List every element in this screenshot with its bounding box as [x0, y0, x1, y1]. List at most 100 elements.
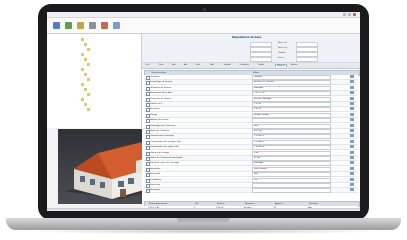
tree-item[interactable]: [87, 93, 131, 96]
maximize-button[interactable]: [348, 13, 351, 16]
property-value-field[interactable]: [252, 183, 331, 188]
property-value-field[interactable]: Fenêtre standard: [252, 96, 331, 102]
tree-item[interactable]: [84, 58, 128, 61]
tab-0[interactable]: Civil: [145, 64, 149, 66]
tab-4[interactable]: Prof.: [196, 64, 200, 66]
property-row[interactable]: Emballage par l'extérieur Non: [144, 123, 358, 129]
property-value-field[interactable]: Non: [252, 172, 331, 178]
property-value-field[interactable]: Standard: [252, 85, 331, 91]
row-edit-icon[interactable]: [350, 139, 354, 143]
row-edit-icon[interactable]: [350, 118, 354, 122]
minimize-button[interactable]: [343, 13, 346, 16]
header-field-input[interactable]: [296, 57, 318, 62]
tab-3[interactable]: Axe: [184, 64, 188, 66]
property-row[interactable]: Quantités Quantité: [144, 75, 358, 80]
row-edit-icon[interactable]: [350, 156, 354, 159]
property-value-field[interactable]: Double vitrage: [252, 112, 331, 118]
row-edit-icon[interactable]: [350, 161, 354, 165]
property-row[interactable]: Utilisation de fenêtre Standard: [144, 85, 358, 91]
tree-item[interactable]: [81, 38, 125, 41]
property-value-field[interactable]: 1.29 x 1.47: [252, 91, 331, 97]
property-value-field[interactable]: 1.3 W/m²K: [252, 134, 331, 140]
property-row[interactable]: Tableau de fenêtre: [144, 118, 358, 124]
property-row[interactable]: Fermeture Volet roulant: [144, 166, 358, 172]
property-row[interactable]: Etat d'un critère de l'ouvrage Standard: [144, 161, 358, 167]
property-value-field[interactable]: Quantité: [252, 75, 331, 80]
property-row[interactable]: Dimensions de la baie 1.29 x 1.47: [144, 91, 358, 97]
ribbon-tool-icon[interactable]: [53, 22, 60, 29]
row-edit-icon[interactable]: [350, 112, 354, 116]
row-edit-icon[interactable]: [350, 188, 354, 192]
ribbon-tool-icon[interactable]: [113, 22, 120, 29]
row-edit-icon[interactable]: [350, 177, 354, 181]
property-row[interactable]: Périmètre 5.52 m: [144, 107, 358, 113]
tree-item[interactable]: [84, 73, 128, 76]
property-value-field[interactable]: 1.4 W/m²K: [252, 145, 331, 151]
tab-5[interactable]: Tabl.: [210, 64, 215, 66]
row-edit-icon[interactable]: [350, 145, 354, 149]
property-row[interactable]: Installation Oui: [144, 177, 358, 183]
tree-item[interactable]: [87, 48, 131, 51]
property-value-field[interactable]: 5.52 m: [252, 107, 331, 113]
property-value-field[interactable]: 1.1 W/m²K: [252, 139, 331, 145]
tab-6[interactable]: Façade: [224, 64, 231, 66]
tree-item[interactable]: [81, 83, 125, 86]
close-button[interactable]: [353, 13, 356, 16]
property-row[interactable]: Vitrage Double vitrage: [144, 112, 358, 118]
tree-item[interactable]: [87, 63, 131, 66]
tree-item[interactable]: [87, 108, 131, 111]
tree-item[interactable]: [81, 98, 125, 101]
row-edit-icon[interactable]: [350, 183, 354, 186]
property-value-field[interactable]: [252, 118, 331, 124]
tab-1[interactable]: Plan: [159, 64, 163, 66]
row-edit-icon[interactable]: [350, 123, 354, 127]
row-edit-icon[interactable]: [350, 91, 354, 95]
property-value-field[interactable]: 35.5 kg: [252, 129, 331, 134]
row-edit-icon[interactable]: [350, 102, 354, 105]
property-value-field[interactable]: 32 dB: [252, 156, 331, 161]
tree-item[interactable]: [81, 68, 125, 71]
row-edit-icon[interactable]: [350, 107, 354, 111]
row-edit-icon[interactable]: [350, 96, 354, 100]
tree-item[interactable]: [84, 88, 128, 91]
ribbon-tool-icon[interactable]: [101, 22, 108, 29]
tree-item[interactable]: [84, 103, 128, 106]
tab-9[interactable]: Annexe: [275, 64, 287, 67]
property-row[interactable]: Transmission des vitrages (Ug) 1.1 W/m²K: [144, 139, 358, 145]
property-value-field[interactable]: 0.60: [252, 150, 331, 156]
property-value-field[interactable]: Standard: [252, 161, 331, 167]
property-value-field[interactable]: Fenêtre à 2 vantaux: [252, 80, 331, 86]
property-row[interactable]: Transmission des cadres (Uf) 1.4 W/m²K: [144, 145, 358, 151]
row-edit-icon[interactable]: [350, 172, 354, 176]
property-row[interactable]: Pare-soleil Non: [144, 172, 358, 178]
property-row[interactable]: Surface (m²) 1.90 m²: [144, 102, 358, 107]
property-row[interactable]: Protection: [144, 183, 358, 188]
row-edit-icon[interactable]: [350, 75, 354, 78]
property-value-field[interactable]: [252, 188, 331, 194]
property-row[interactable]: Valeur de l'isolement acoustique 32 dB: [144, 156, 358, 161]
property-value-field[interactable]: 1.90 m²: [252, 102, 331, 107]
tree-item[interactable]: [87, 78, 131, 81]
ribbon-tool-icon[interactable]: [77, 22, 84, 29]
row-edit-icon[interactable]: [350, 150, 354, 154]
tab-7[interactable]: Complém.: [239, 64, 249, 66]
tree-item[interactable]: [84, 43, 128, 46]
property-row[interactable]: Valeur g du vitrage 0.60: [144, 150, 358, 156]
property-value-field[interactable]: Oui: [252, 177, 331, 183]
property-row[interactable]: Forme/Type de fenêtre Fenêtre à 2 vantaux: [144, 80, 358, 86]
property-value-field[interactable]: Volet roulant: [252, 166, 331, 172]
property-row[interactable]: Ouverture de fenêtre Fenêtre standard: [144, 96, 358, 102]
property-row[interactable]: Transmission thermique 1.3 W/m²K: [144, 134, 358, 140]
row-edit-icon[interactable]: [350, 166, 354, 170]
header-field-input[interactable]: [250, 57, 272, 62]
tab-2[interactable]: Gab.: [171, 64, 176, 66]
row-edit-icon[interactable]: [350, 85, 354, 89]
property-value-field[interactable]: Non: [252, 123, 331, 129]
tree-item[interactable]: [81, 53, 125, 56]
property-row[interactable]: Masse de l'élément 35.5 kg: [144, 129, 358, 134]
ribbon-tool-icon[interactable]: [89, 22, 96, 29]
ribbon-tool-icon[interactable]: [65, 22, 72, 29]
tab-8[interactable]: Profils: [258, 64, 264, 66]
row-edit-icon[interactable]: [350, 80, 354, 84]
row-edit-icon[interactable]: [350, 134, 354, 138]
